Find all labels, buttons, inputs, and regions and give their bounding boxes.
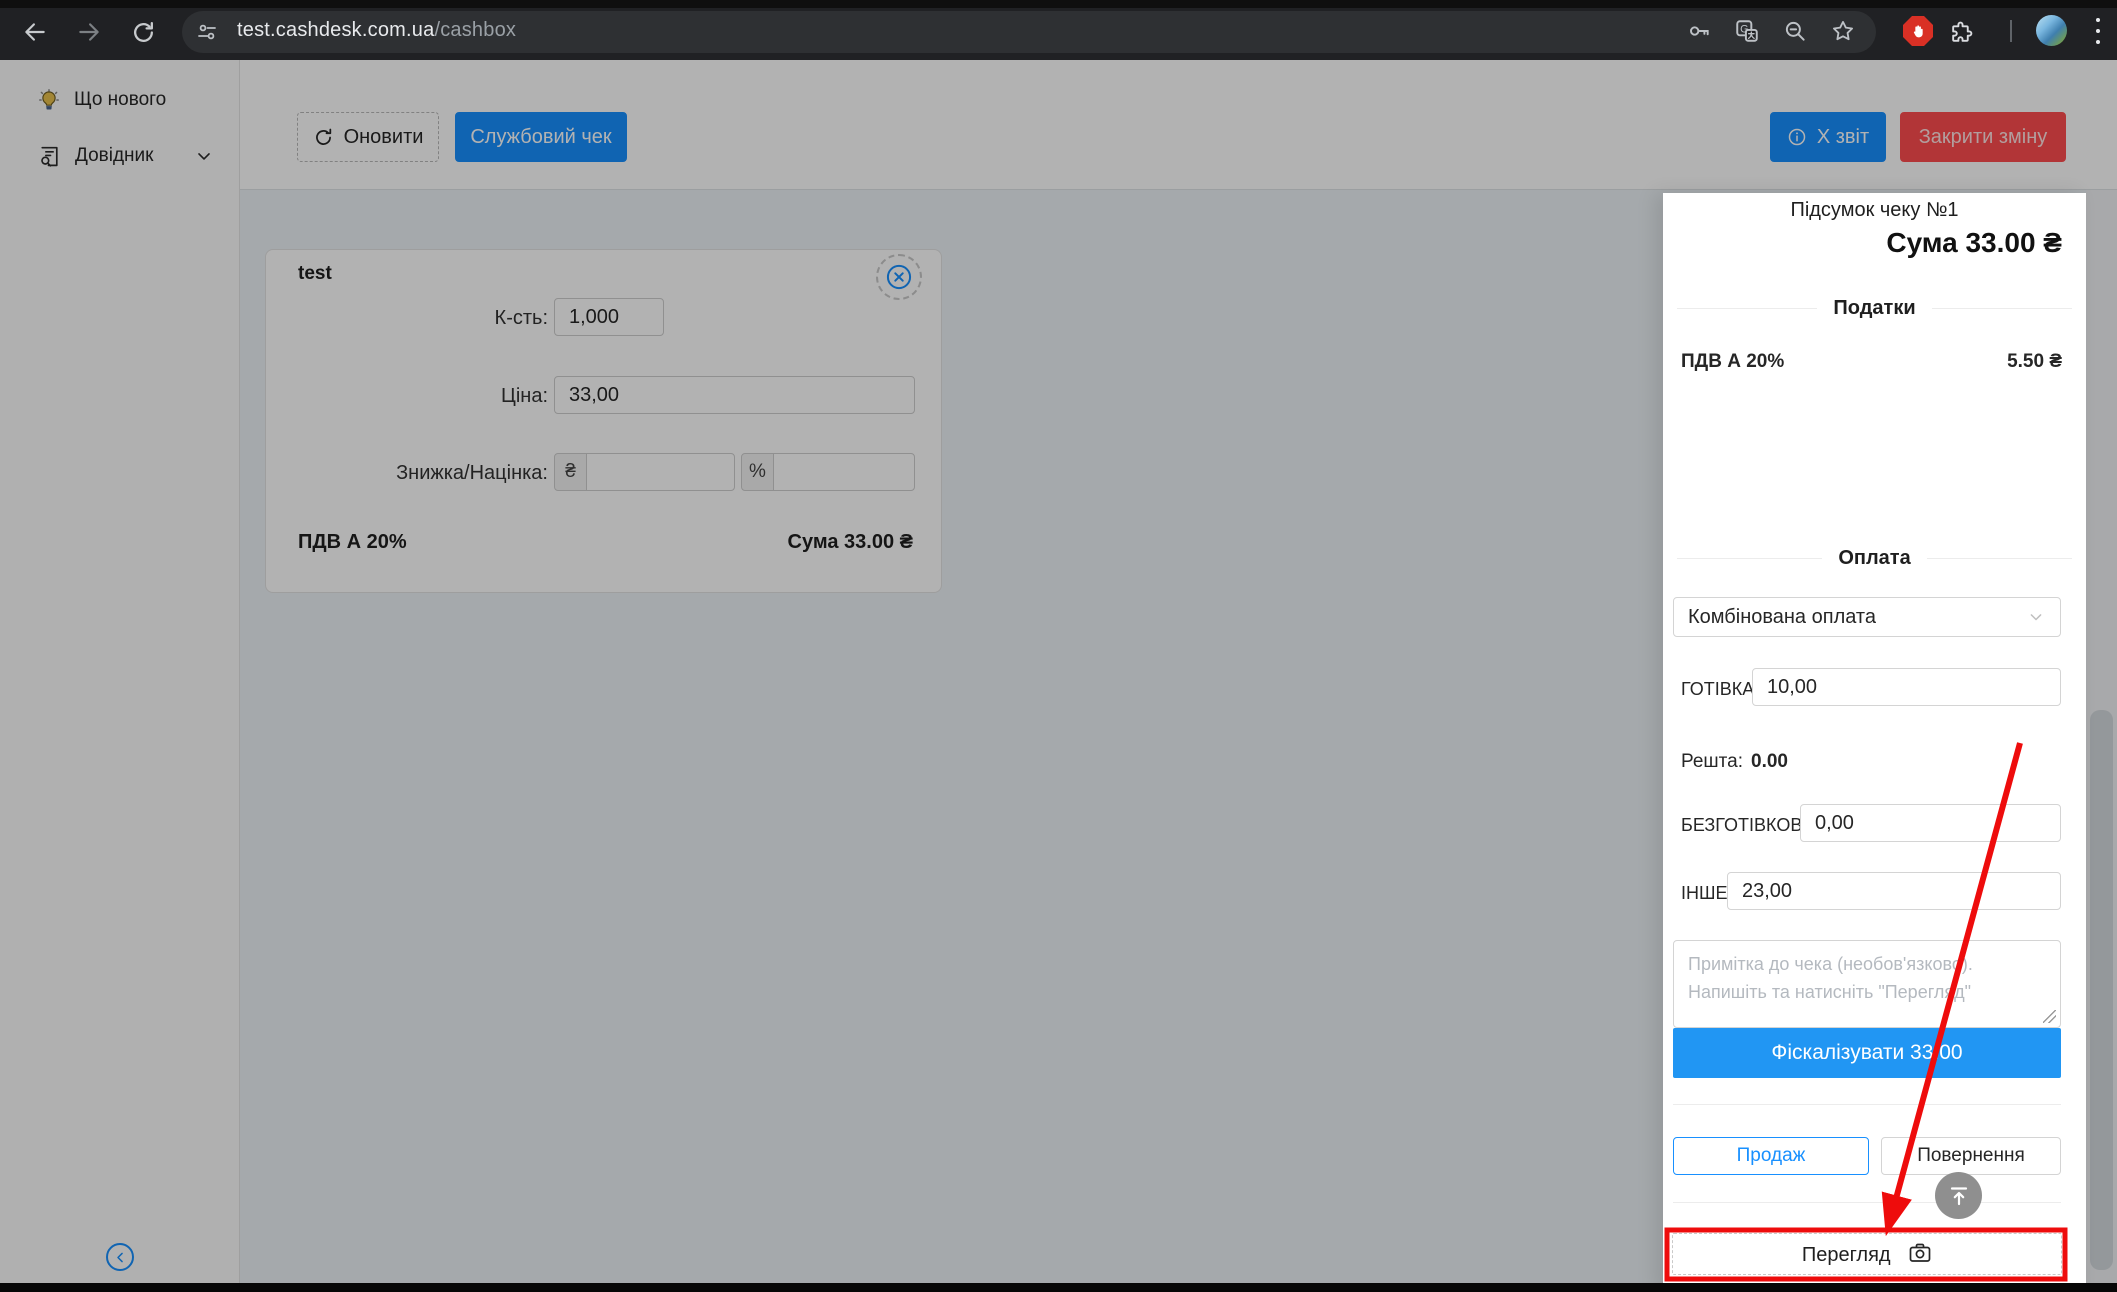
- screenshot-root: test.cashdesk.com.ua/cashbox G Що нового: [0, 0, 2117, 1292]
- taxes-section-divider: Податки: [1677, 297, 2072, 320]
- extensions-button[interactable]: [1940, 11, 1982, 53]
- browser-chrome: test.cashdesk.com.ua/cashbox G: [0, 0, 2117, 60]
- extensions-puzzle-icon: [1949, 20, 1974, 45]
- cashless-label: БЕЗГОТІВКОВА:: [1681, 815, 1819, 836]
- back-to-top-button[interactable]: [1935, 1172, 1982, 1219]
- profile-avatar[interactable]: [2036, 15, 2067, 46]
- site-info-icon: [195, 20, 219, 44]
- url-host: test.cashdesk.com.ua: [237, 19, 434, 42]
- cash-input[interactable]: [1752, 668, 2061, 706]
- url-text[interactable]: test.cashdesk.com.ua/cashbox: [237, 0, 516, 60]
- payment-header: Оплата: [1838, 547, 1910, 570]
- other-input[interactable]: [1727, 872, 2061, 910]
- tax-amount: 5.50 ₴: [2007, 351, 2062, 373]
- browser-reload-button[interactable]: [122, 11, 164, 53]
- preview-button[interactable]: Перегляд: [1672, 1233, 2062, 1275]
- cash-label: ГОТІВКА:: [1681, 679, 1759, 700]
- receipt-summary-drawer: Підсумок чеку №1 Сума 33.00 ₴ Податки ПД…: [1663, 193, 2086, 1292]
- sale-button[interactable]: Продаж: [1673, 1137, 1869, 1175]
- url-path: /cashbox: [434, 19, 516, 42]
- chrome-menu-button[interactable]: [2094, 18, 2102, 44]
- receipt-total: Сума 33.00 ₴: [1886, 227, 2062, 259]
- browser-forward-button[interactable]: [68, 11, 110, 53]
- back-arrow-icon: [22, 19, 48, 45]
- chevron-down-icon: [2026, 607, 2046, 627]
- drawer-title: Підсумок чеку №1: [1663, 199, 2086, 222]
- payment-section-divider: Оплата: [1677, 547, 2072, 570]
- site-info-button[interactable]: [186, 11, 228, 53]
- refund-button[interactable]: Повернення: [1881, 1137, 2061, 1175]
- chrome-divider: [2010, 20, 2012, 42]
- reload-icon: [131, 20, 156, 45]
- taxes-header: Податки: [1833, 297, 1915, 320]
- browser-back-button[interactable]: [14, 11, 56, 53]
- receipt-note-textarea[interactable]: [1673, 940, 2061, 1028]
- adblock-extension-icon[interactable]: [1903, 16, 1933, 46]
- password-key-icon[interactable]: [1686, 18, 1712, 44]
- preview-label: Перегляд: [1802, 1244, 1891, 1266]
- change-value: 0.00: [1751, 751, 1788, 773]
- cashless-input[interactable]: [1800, 804, 2061, 842]
- zoom-out-icon[interactable]: [1782, 18, 1808, 44]
- payment-method-value: Комбінована оплата: [1688, 606, 1876, 629]
- change-label: Решта:: [1681, 751, 1743, 773]
- translate-icon[interactable]: G: [1734, 18, 1760, 44]
- other-label: ІНШЕ:: [1681, 883, 1733, 904]
- payment-method-select[interactable]: Комбінована оплата: [1673, 597, 2061, 637]
- tax-name: ПДВ А 20%: [1681, 351, 1784, 373]
- bottom-black-bar: [0, 1283, 2117, 1292]
- divider: [1673, 1202, 2061, 1203]
- forward-arrow-icon: [76, 19, 102, 45]
- hand-icon: [1910, 23, 1926, 39]
- divider: [1673, 1104, 2061, 1105]
- bookmark-star-icon[interactable]: [1830, 18, 1856, 44]
- scroll-top-icon: [1947, 1184, 1971, 1208]
- fiscalize-button[interactable]: Фіскалізувати 33.00: [1673, 1028, 2061, 1078]
- camera-icon: [1908, 1241, 1932, 1265]
